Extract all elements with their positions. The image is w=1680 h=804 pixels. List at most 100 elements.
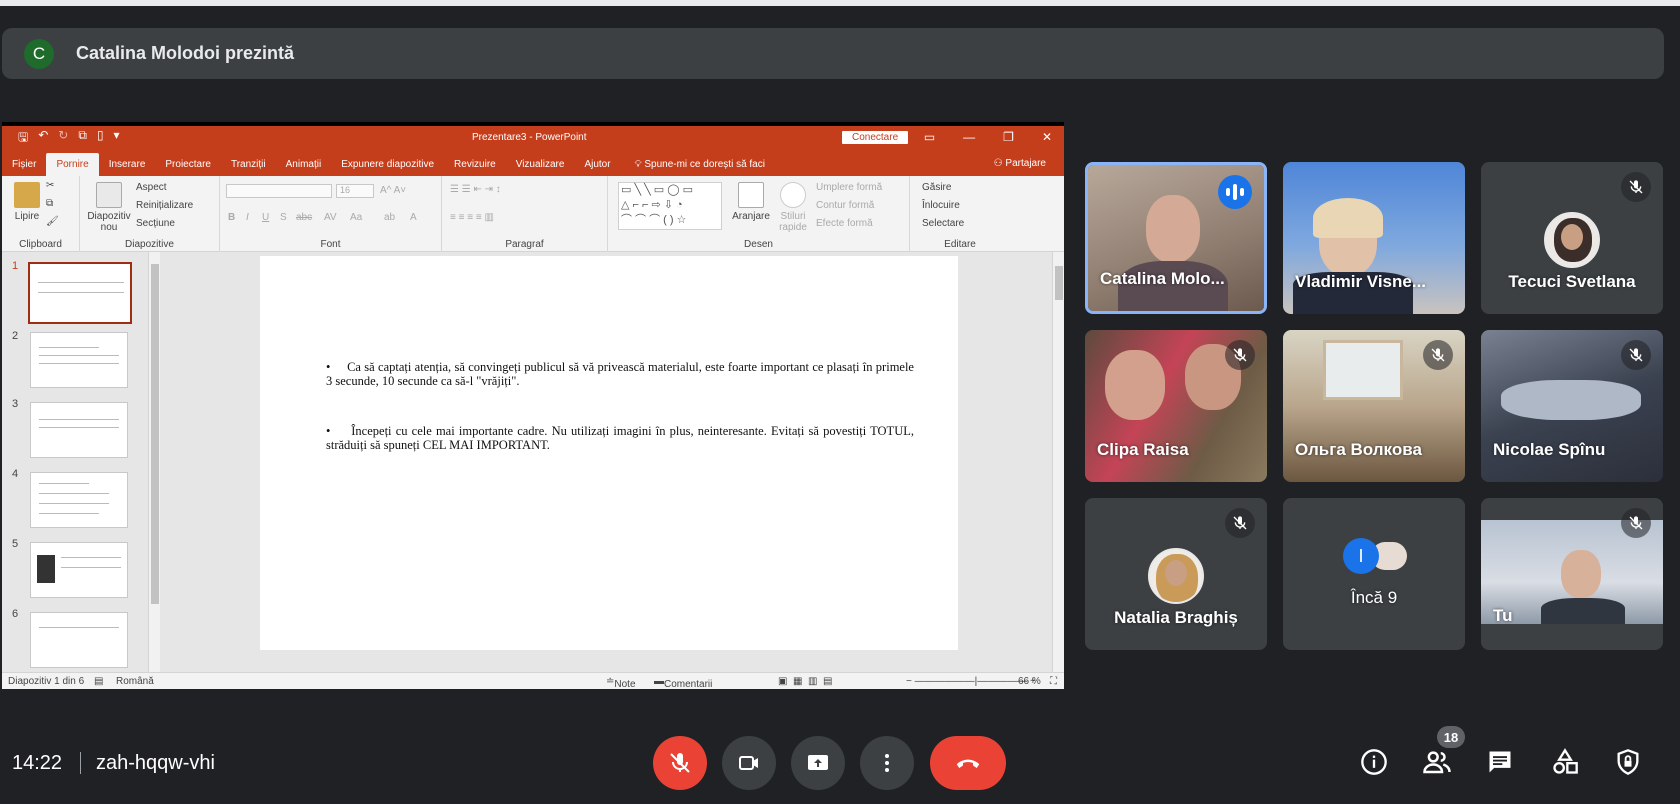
font-color-icon[interactable]: A	[410, 212, 417, 223]
host-controls-button[interactable]	[1610, 744, 1646, 780]
restore-icon[interactable]: ❐	[1003, 130, 1014, 144]
replace-button[interactable]: Înlocuire	[922, 200, 960, 211]
shapes-gallery[interactable]: ▭ ╲ ╲ ▭ ◯ ▭ △ ⌐ ⌐ ⇨ ⇩ ◔ ⌒ ⌒ ⌒ ( ) ☆	[618, 182, 722, 230]
language[interactable]: Română	[116, 676, 154, 687]
tab-file[interactable]: Fișier	[2, 159, 46, 176]
format-painter-icon[interactable]: 🖌︎	[46, 216, 59, 227]
redo-icon[interactable]: ↻	[58, 128, 68, 149]
participant-tile-more[interactable]: I Încă 9	[1283, 498, 1465, 650]
participant-tile-tecuci[interactable]: Tecuci Svetlana	[1481, 162, 1663, 314]
participant-tile-nicolae[interactable]: Nicolae Spînu	[1481, 330, 1663, 482]
font-name-field[interactable]	[226, 184, 332, 198]
participant-tile-clipa[interactable]: Clipa Raisa	[1085, 330, 1267, 482]
presentation-icon[interactable]: ⧉	[78, 128, 87, 149]
slide-thumbnail-2[interactable]	[30, 332, 128, 388]
tab-review[interactable]: Revizuire	[444, 159, 506, 176]
slide-scrollbar[interactable]	[1052, 252, 1064, 672]
participant-tile-olga[interactable]: Ольга Волкова	[1283, 330, 1465, 482]
mic-toggle-button[interactable]	[653, 736, 707, 790]
underline-icon[interactable]: U	[262, 212, 269, 223]
quick-styles-button[interactable]: Stiluri rapide	[776, 182, 810, 233]
camera-toggle-button[interactable]	[722, 736, 776, 790]
highlight-icon[interactable]: ab	[384, 212, 395, 223]
notes-button[interactable]: ≐ Note	[606, 676, 636, 689]
align-icons[interactable]: ≡ ≡ ≡ ≡ ▥	[450, 212, 494, 223]
slide-bullet-2[interactable]: • Începeți cu cele mai importante cadre.…	[326, 424, 914, 452]
bullets-icon[interactable]: ☰ ☰ ⇤ ⇥ ↕	[450, 184, 501, 195]
tab-design[interactable]: Proiectare	[155, 159, 221, 176]
current-slide[interactable]: • Ca să captați atenția, să convingeți p…	[260, 256, 958, 650]
arrange-button[interactable]: Aranjare	[732, 182, 770, 222]
comments-button[interactable]: ▬ Comentarii	[654, 676, 712, 689]
section-button[interactable]: Secțiune	[136, 218, 175, 229]
shape-fill-button[interactable]: Umplere formă	[816, 182, 882, 193]
zoom-slider[interactable]: − ——————|————— +	[906, 676, 1036, 687]
tab-slideshow[interactable]: Expunere diapozitive	[331, 159, 444, 176]
spacing-icon[interactable]: AV	[324, 212, 337, 223]
close-icon[interactable]: ✕	[1042, 130, 1052, 144]
participant-tile-natalia[interactable]: Natalia Braghiș	[1085, 498, 1267, 650]
people-button[interactable]	[1419, 744, 1455, 780]
tab-insert[interactable]: Inserare	[99, 159, 156, 176]
cut-icon[interactable]: ✂	[46, 180, 54, 191]
participant-tile-vladimir[interactable]: Vladimir Visne...	[1283, 162, 1465, 314]
change-case-icon[interactable]: Aa	[350, 212, 362, 223]
slide-bullet-1[interactable]: • Ca să captați atenția, să convingeți p…	[326, 360, 914, 388]
new-slide-button[interactable]: Diapozitiv nou	[86, 182, 132, 233]
minimize-icon[interactable]: —	[963, 130, 975, 144]
slide-scroll-thumb[interactable]	[1055, 266, 1063, 300]
select-button[interactable]: Selectare	[922, 218, 964, 229]
reset-button[interactable]: Reinițializare	[136, 200, 193, 211]
save-icon[interactable]: 🖫	[18, 128, 28, 149]
tell-me-search[interactable]: 💡︎ Spune-mi ce dorești să faci	[635, 159, 765, 176]
slide-thumbnail-4[interactable]	[30, 472, 128, 528]
shadow-icon[interactable]: S	[280, 212, 287, 223]
font-size-field[interactable]: 16	[336, 184, 374, 198]
italic-icon[interactable]: I	[246, 212, 249, 223]
font-grow-icon[interactable]: A^ A˅	[380, 185, 406, 196]
present-screen-button[interactable]	[791, 736, 845, 790]
customize-icon[interactable]: ▾	[114, 128, 120, 149]
slides-group: Diapozitiv nou Aspect Reinițializare Sec…	[80, 176, 220, 252]
meeting-info-button[interactable]	[1356, 744, 1392, 780]
shape-effects-button[interactable]: Efecte formă	[816, 218, 873, 229]
chat-button[interactable]	[1482, 744, 1518, 780]
strikethrough-icon[interactable]: abc	[296, 212, 312, 223]
more-options-button[interactable]	[860, 736, 914, 790]
camera-icon	[739, 756, 758, 770]
paste-button[interactable]: Lipire	[10, 182, 44, 222]
tab-view[interactable]: Vizualizare	[506, 159, 575, 176]
view-buttons[interactable]: ▣ ▦ ▥ ▤	[778, 676, 832, 687]
participant-tile-catalina[interactable]: Catalina Molo...	[1085, 162, 1267, 314]
bold-icon[interactable]: B	[228, 212, 235, 223]
share-button[interactable]: ⚇ Partajare	[994, 158, 1046, 169]
connect-button[interactable]: Conectare	[842, 131, 909, 144]
activities-button[interactable]	[1547, 744, 1583, 780]
thumbnail-scrollbar[interactable]	[148, 252, 160, 672]
shape-outline-button[interactable]: Contur formă	[816, 200, 874, 211]
layout-button[interactable]: Aspect	[136, 182, 167, 193]
slide-thumbnail-1[interactable]	[28, 262, 132, 324]
participant-tile-self[interactable]: Tu	[1481, 498, 1663, 650]
new-file-icon[interactable]: ▯	[97, 128, 104, 149]
copy-icon[interactable]: ⧉	[46, 198, 53, 209]
slide-thumbnail-3[interactable]	[30, 402, 128, 458]
meeting-code[interactable]: zah-hqqw-vhi	[96, 752, 215, 775]
tab-animations[interactable]: Animații	[276, 159, 332, 176]
comments-label: Comentarii	[664, 679, 713, 689]
participant-name: Natalia Braghiș	[1114, 608, 1238, 627]
tab-home[interactable]: Pornire	[46, 153, 99, 176]
thumbnail-scroll-thumb[interactable]	[151, 264, 159, 604]
find-button[interactable]: Găsire	[922, 182, 951, 193]
tab-transitions[interactable]: Tranziții	[221, 159, 276, 176]
fit-window-icon[interactable]: ⛶	[1050, 676, 1057, 687]
ribbon-display-icon[interactable]: ▭	[924, 130, 935, 144]
tab-help[interactable]: Ajutor	[574, 159, 620, 176]
zoom-level[interactable]: 66 %	[1018, 676, 1041, 687]
window-controls: ▭ — ❐ ✕	[924, 130, 1052, 144]
undo-icon[interactable]: ↶	[38, 128, 48, 149]
slide-thumbnail-5[interactable]	[30, 542, 128, 598]
end-call-button[interactable]	[930, 736, 1006, 790]
spellcheck-icon[interactable]: ▤	[94, 676, 103, 687]
slide-thumbnail-6[interactable]	[30, 612, 128, 668]
